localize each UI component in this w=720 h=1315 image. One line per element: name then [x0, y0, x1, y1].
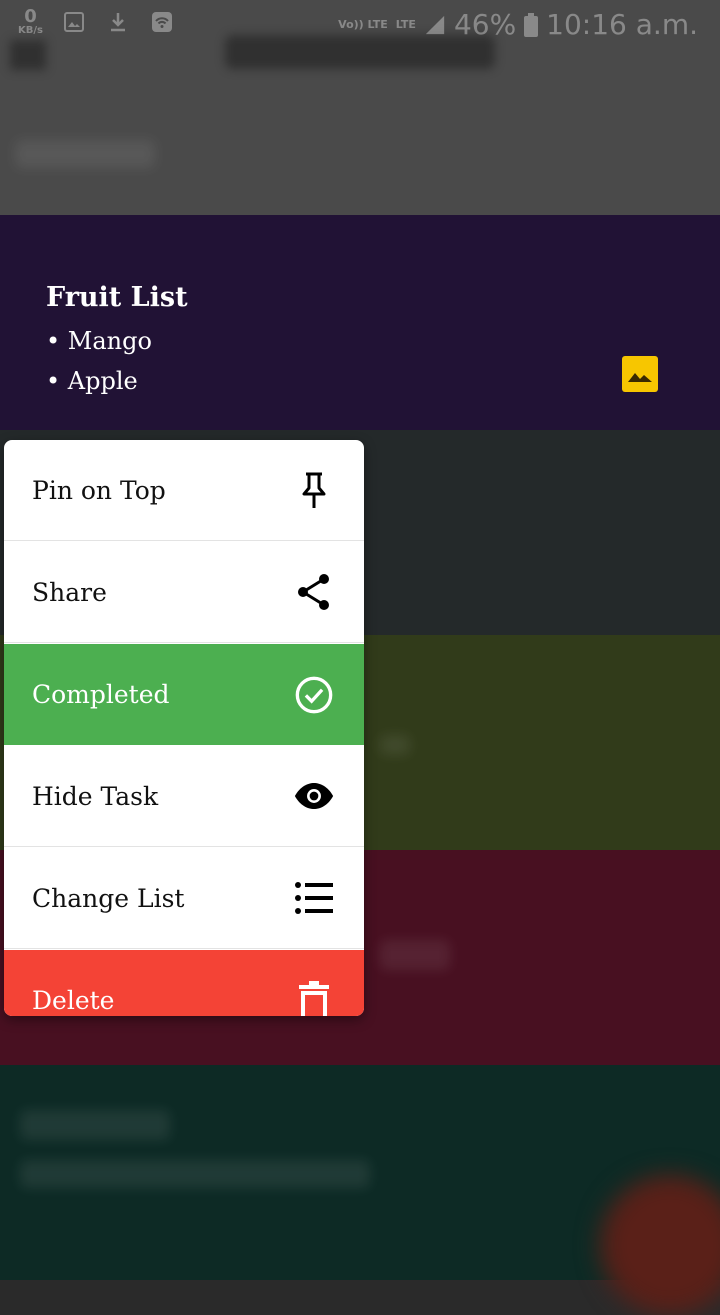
list-icon: [294, 878, 334, 918]
menu-item-completed[interactable]: Completed: [4, 644, 364, 745]
menu-item-label: Pin on Top: [32, 475, 166, 505]
task-list-item: • Apple: [46, 367, 138, 395]
lte-indicator: LTE: [395, 18, 416, 31]
menu-item-pin-on-top[interactable]: Pin on Top: [4, 440, 364, 541]
menu-item-delete[interactable]: Delete: [4, 950, 364, 1016]
menu-item-share[interactable]: Share: [4, 542, 364, 643]
blurred-section-label: [15, 140, 155, 168]
task-context-menu: Pin on Top Share Completed Hide Task Cha…: [4, 440, 364, 1016]
battery-percent: 46%: [453, 8, 517, 41]
task-title: Fruit List: [46, 282, 188, 313]
status-bar: 0 KB/s Vo)) LTE LTE 46% 10:16 a.m.: [0, 0, 720, 50]
menu-item-label: Share: [32, 577, 107, 607]
share-icon: [294, 572, 334, 612]
pin-icon: [294, 470, 334, 510]
battery-icon: [524, 12, 539, 37]
menu-item-label: Delete: [32, 986, 115, 1015]
gallery-icon: [63, 12, 84, 32]
network-speed: 0 KB/s: [18, 6, 43, 36]
clock: 10:16 a.m.: [546, 8, 698, 41]
eye-icon: [294, 776, 334, 816]
task-list-item: • Mango: [46, 327, 152, 355]
wifi-icon: [151, 12, 172, 32]
volte-indicator: Vo)) LTE: [338, 18, 388, 31]
download-icon: [110, 13, 125, 32]
signal-icon: [425, 15, 445, 34]
menu-item-label: Hide Task: [32, 781, 159, 811]
check-circle-icon: [294, 675, 334, 715]
menu-item-change-list[interactable]: Change List: [4, 848, 364, 949]
menu-item-hide-task[interactable]: Hide Task: [4, 746, 364, 847]
task-card-background: [0, 215, 720, 430]
menu-item-label: Change List: [32, 883, 185, 913]
menu-item-label: Completed: [32, 680, 170, 709]
image-attachment-icon[interactable]: [622, 356, 658, 392]
trash-icon: [294, 980, 334, 1016]
